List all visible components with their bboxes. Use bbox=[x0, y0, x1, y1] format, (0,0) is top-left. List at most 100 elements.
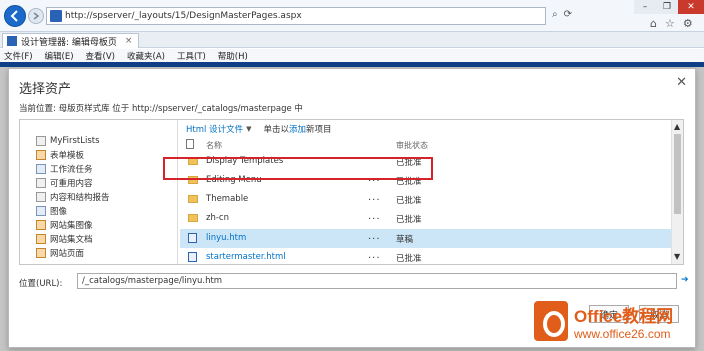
column-header-name[interactable]: 名称 bbox=[206, 140, 222, 151]
tree-item-label: 图像 bbox=[50, 207, 68, 217]
menu-edit[interactable]: 编辑(E) bbox=[45, 50, 74, 62]
tab-design-manager[interactable]: 设计管理器: 编辑母板页 × bbox=[2, 33, 140, 48]
search-icon[interactable]: ⌕ bbox=[552, 9, 558, 20]
folder-icon bbox=[188, 195, 198, 203]
item-menu-ellipsis[interactable]: ... bbox=[368, 231, 381, 242]
column-header-status[interactable]: 审批状态 bbox=[396, 140, 428, 151]
folder-icon bbox=[188, 214, 198, 222]
menu-favorites[interactable]: 收藏夹(A) bbox=[127, 50, 165, 62]
watermark-brand: Office教程网 bbox=[574, 306, 674, 326]
tree-item-content-reports[interactable]: 内容和结构报告 bbox=[36, 190, 110, 204]
current-location: 当前位置: 母版页样式库 位于 http://spserver/_catalog… bbox=[19, 104, 303, 114]
tree-item-form-templates[interactable]: 表单模板 bbox=[36, 148, 84, 162]
tree-item-images[interactable]: 图像 bbox=[36, 204, 67, 218]
tree-item-myfirstlists[interactable]: MyFirstLists bbox=[36, 134, 100, 148]
list-item[interactable]: zh-cn ... 已批准 bbox=[180, 209, 674, 228]
chevron-down-icon[interactable]: ▼ bbox=[246, 125, 251, 133]
dialog-title: 选择资产 bbox=[19, 82, 72, 97]
highlight-box bbox=[163, 157, 433, 180]
menu-view[interactable]: 查看(V) bbox=[86, 50, 115, 62]
address-text: http://spserver/_layouts/15/DesignMaster… bbox=[65, 11, 302, 21]
back-icon[interactable] bbox=[4, 5, 26, 27]
tree-item-reusable-content[interactable]: 可重用内容 bbox=[36, 176, 93, 190]
favorites-star-icon[interactable]: ☆ bbox=[665, 17, 675, 30]
tree-item-workflow-tasks[interactable]: 工作流任务 bbox=[36, 162, 93, 176]
list-item-selected[interactable]: linyu.htm ... 草稿 bbox=[180, 229, 674, 248]
close-window-button[interactable]: ✕ bbox=[678, 0, 704, 14]
refresh-icon[interactable]: ⟳ bbox=[564, 9, 572, 20]
list-item[interactable]: startermaster.html ... 已批准 bbox=[180, 248, 674, 267]
list-icon bbox=[36, 136, 46, 146]
scroll-up-icon[interactable]: ▲ bbox=[674, 122, 680, 131]
list-icon bbox=[36, 178, 46, 188]
forward-icon[interactable] bbox=[28, 8, 44, 24]
url-field[interactable]: /_catalogs/masterpage/linyu.htm bbox=[77, 273, 677, 289]
item-menu-ellipsis[interactable]: ... bbox=[368, 211, 381, 222]
tree-item-label: 网站集图像 bbox=[50, 221, 93, 231]
tree-item-site-collection-images[interactable]: 网站集图像 bbox=[36, 218, 93, 232]
browser-titlebar: http://spserver/_layouts/15/DesignMaster… bbox=[0, 0, 704, 32]
library-icon bbox=[36, 220, 46, 230]
new-item-text: 新项目 bbox=[306, 125, 332, 135]
list-icon bbox=[36, 192, 46, 202]
list-item[interactable]: Themable ... 已批准 bbox=[180, 190, 674, 209]
html-file-icon bbox=[188, 233, 197, 243]
library-icon bbox=[36, 150, 46, 160]
html-file-icon bbox=[188, 252, 197, 262]
menu-help[interactable]: 帮助(H) bbox=[218, 50, 248, 62]
item-name[interactable]: startermaster.html bbox=[206, 252, 286, 262]
image-library-icon bbox=[36, 206, 46, 216]
tree-item-site-pages[interactable]: 网站页面 bbox=[36, 246, 84, 260]
item-menu-ellipsis[interactable]: ... bbox=[368, 192, 381, 203]
library-icon bbox=[36, 248, 46, 258]
tree-item-label: MyFirstLists bbox=[50, 136, 100, 146]
click-to-text: 单击以 bbox=[263, 125, 289, 135]
file-list: Html 设计文件 ▼ 单击以 添加 新项目 名称 审批状态 Display T… bbox=[178, 120, 683, 264]
sharepoint-icon bbox=[50, 10, 62, 22]
gear-icon[interactable]: ⚙ bbox=[683, 17, 693, 30]
address-tools: ⌕ ⟳ bbox=[552, 9, 572, 20]
menu-file[interactable]: 文件(F) bbox=[4, 50, 33, 62]
document-type-icon bbox=[186, 139, 194, 149]
view-selector[interactable]: Html 设计文件 bbox=[186, 123, 243, 135]
tree-item-label: 可重用内容 bbox=[50, 179, 93, 189]
browser-tool-icons: ⌂ ☆ ⚙ bbox=[650, 17, 693, 30]
address-bar[interactable]: http://spserver/_layouts/15/DesignMaster… bbox=[46, 7, 546, 25]
close-icon[interactable]: ✕ bbox=[676, 75, 687, 90]
tree-item-label: 网站页面 bbox=[50, 249, 85, 259]
list-icon bbox=[36, 164, 46, 174]
library-icon bbox=[36, 234, 46, 244]
item-status: 已批准 bbox=[396, 215, 422, 225]
item-menu-ellipsis[interactable]: ... bbox=[368, 250, 381, 261]
library-tree: MyFirstLists 表单模板 工作流任务 可重用内容 内容和结构报告 图像… bbox=[20, 120, 178, 264]
item-name[interactable]: Themable bbox=[206, 194, 248, 204]
home-icon[interactable]: ⌂ bbox=[650, 17, 657, 30]
menu-tools[interactable]: 工具(T) bbox=[177, 50, 206, 62]
close-tab-icon[interactable]: × bbox=[125, 36, 133, 46]
sharepoint-icon bbox=[7, 36, 17, 46]
scroll-down-icon[interactable]: ▼ bbox=[674, 252, 680, 261]
tab-strip: 设计管理器: 编辑母板页 × bbox=[0, 32, 704, 48]
tree-item-site-collection-documents[interactable]: 网站集文档 bbox=[36, 232, 93, 246]
tab-title: 设计管理器: 编辑母板页 bbox=[21, 37, 117, 48]
menu-bar: 文件(F) 编辑(E) 查看(V) 收藏夹(A) 工具(T) 帮助(H) bbox=[0, 49, 704, 62]
tree-item-label: 内容和结构报告 bbox=[50, 193, 110, 203]
suite-bar bbox=[0, 62, 704, 67]
go-arrow-icon[interactable]: ➔ bbox=[681, 275, 689, 285]
minimize-button[interactable]: – bbox=[634, 0, 656, 14]
office-logo-icon bbox=[534, 301, 568, 341]
item-name[interactable]: zh-cn bbox=[206, 213, 229, 223]
add-new-item-link[interactable]: 添加 bbox=[289, 123, 306, 135]
item-status: 已批准 bbox=[396, 254, 422, 264]
vertical-scrollbar[interactable]: ▲ ▼ bbox=[671, 120, 683, 264]
maximize-button[interactable]: ❐ bbox=[656, 0, 678, 14]
watermark: Office教程网 www.office26.com bbox=[534, 296, 673, 346]
list-toolbar: Html 设计文件 ▼ 单击以 添加 新项目 bbox=[186, 123, 332, 135]
tree-item-label: 网站集文档 bbox=[50, 235, 93, 245]
item-status: 已批准 bbox=[396, 196, 422, 206]
tree-item-label: 工作流任务 bbox=[50, 165, 93, 175]
tree-item-label: 表单模板 bbox=[50, 151, 85, 161]
item-name[interactable]: linyu.htm bbox=[206, 233, 246, 243]
scroll-thumb[interactable] bbox=[674, 134, 681, 214]
item-status: 草稿 bbox=[396, 235, 414, 245]
